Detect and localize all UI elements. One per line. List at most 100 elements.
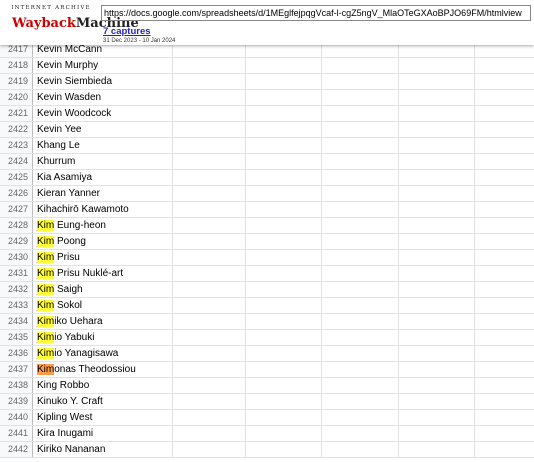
empty-cell[interactable] [322,298,399,313]
empty-cell[interactable] [399,202,475,217]
name-cell[interactable]: Kim Poong [33,234,173,249]
empty-cell[interactable] [475,58,534,73]
empty-cell[interactable] [475,330,534,345]
empty-cell[interactable] [322,202,399,217]
empty-cell[interactable] [173,250,246,265]
empty-cell[interactable] [399,90,475,105]
empty-cell[interactable] [173,122,246,137]
empty-cell[interactable] [475,442,534,457]
name-cell[interactable]: Kira Inugami [33,426,173,441]
empty-cell[interactable] [475,314,534,329]
empty-cell[interactable] [246,426,322,441]
empty-cell[interactable] [246,378,322,393]
name-cell[interactable]: Kihachirō Kawamoto [33,202,173,217]
name-cell[interactable]: Kinuko Y. Craft [33,394,173,409]
empty-cell[interactable] [322,186,399,201]
empty-cell[interactable] [322,138,399,153]
empty-cell[interactable] [399,410,475,425]
name-cell[interactable]: Kevin Woodcock [33,106,173,121]
empty-cell[interactable] [246,442,322,457]
empty-cell[interactable] [246,282,322,297]
empty-cell[interactable] [322,154,399,169]
empty-cell[interactable] [475,90,534,105]
empty-cell[interactable] [246,330,322,345]
empty-cell[interactable] [173,362,246,377]
empty-cell[interactable] [322,394,399,409]
name-cell[interactable]: Khurrum [33,154,173,169]
empty-cell[interactable] [322,330,399,345]
empty-cell[interactable] [475,186,534,201]
empty-cell[interactable] [173,314,246,329]
empty-cell[interactable] [475,282,534,297]
empty-cell[interactable] [399,426,475,441]
empty-cell[interactable] [322,234,399,249]
empty-cell[interactable] [475,170,534,185]
empty-cell[interactable] [246,250,322,265]
empty-cell[interactable] [322,378,399,393]
name-cell[interactable]: Kevin Wasden [33,90,173,105]
empty-cell[interactable] [399,154,475,169]
empty-cell[interactable] [399,58,475,73]
empty-cell[interactable] [322,426,399,441]
empty-cell[interactable] [399,138,475,153]
empty-cell[interactable] [246,170,322,185]
empty-cell[interactable] [399,282,475,297]
name-cell[interactable]: Kim Saigh [33,282,173,297]
empty-cell[interactable] [173,266,246,281]
empty-cell[interactable] [475,234,534,249]
empty-cell[interactable] [399,298,475,313]
name-cell[interactable]: Kipling West [33,410,173,425]
empty-cell[interactable] [399,346,475,361]
name-cell[interactable]: Kiriko Nananan [33,442,173,457]
empty-cell[interactable] [246,186,322,201]
name-cell[interactable]: Khang Le [33,138,173,153]
empty-cell[interactable] [322,266,399,281]
name-cell[interactable]: Kevin Murphy [33,58,173,73]
empty-cell[interactable] [399,186,475,201]
empty-cell[interactable] [399,442,475,457]
empty-cell[interactable] [173,186,246,201]
empty-cell[interactable] [399,218,475,233]
empty-cell[interactable] [173,378,246,393]
empty-cell[interactable] [475,394,534,409]
empty-cell[interactable] [173,202,246,217]
empty-cell[interactable] [246,106,322,121]
name-cell[interactable]: Kevin Siembieda [33,74,173,89]
empty-cell[interactable] [399,314,475,329]
empty-cell[interactable] [173,426,246,441]
empty-cell[interactable] [322,170,399,185]
empty-cell[interactable] [475,378,534,393]
empty-cell[interactable] [246,138,322,153]
empty-cell[interactable] [475,218,534,233]
empty-cell[interactable] [475,202,534,217]
wayback-logo[interactable]: INTERNET ARCHIVE WaybackMachine [6,5,139,41]
empty-cell[interactable] [322,90,399,105]
empty-cell[interactable] [322,250,399,265]
empty-cell[interactable] [399,362,475,377]
name-cell[interactable]: Kimio Yabuki [33,330,173,345]
empty-cell[interactable] [246,154,322,169]
empty-cell[interactable] [246,362,322,377]
empty-cell[interactable] [322,282,399,297]
empty-cell[interactable] [475,266,534,281]
empty-cell[interactable] [475,410,534,425]
empty-cell[interactable] [246,58,322,73]
empty-cell[interactable] [246,298,322,313]
empty-cell[interactable] [475,154,534,169]
name-cell[interactable]: Kieran Yanner [33,186,173,201]
empty-cell[interactable] [173,330,246,345]
url-input[interactable]: https://docs.google.com/spreadsheets/d/1… [101,5,531,21]
captures-link[interactable]: 7 captures [103,26,151,37]
empty-cell[interactable] [475,122,534,137]
empty-cell[interactable] [246,314,322,329]
empty-cell[interactable] [399,378,475,393]
empty-cell[interactable] [399,122,475,137]
name-cell[interactable]: Kimio Yanagisawa [33,346,173,361]
empty-cell[interactable] [173,410,246,425]
empty-cell[interactable] [399,234,475,249]
empty-cell[interactable] [399,170,475,185]
empty-cell[interactable] [246,218,322,233]
empty-cell[interactable] [246,202,322,217]
empty-cell[interactable] [173,282,246,297]
name-cell[interactable]: Kimonas Theodossiou [33,362,173,377]
